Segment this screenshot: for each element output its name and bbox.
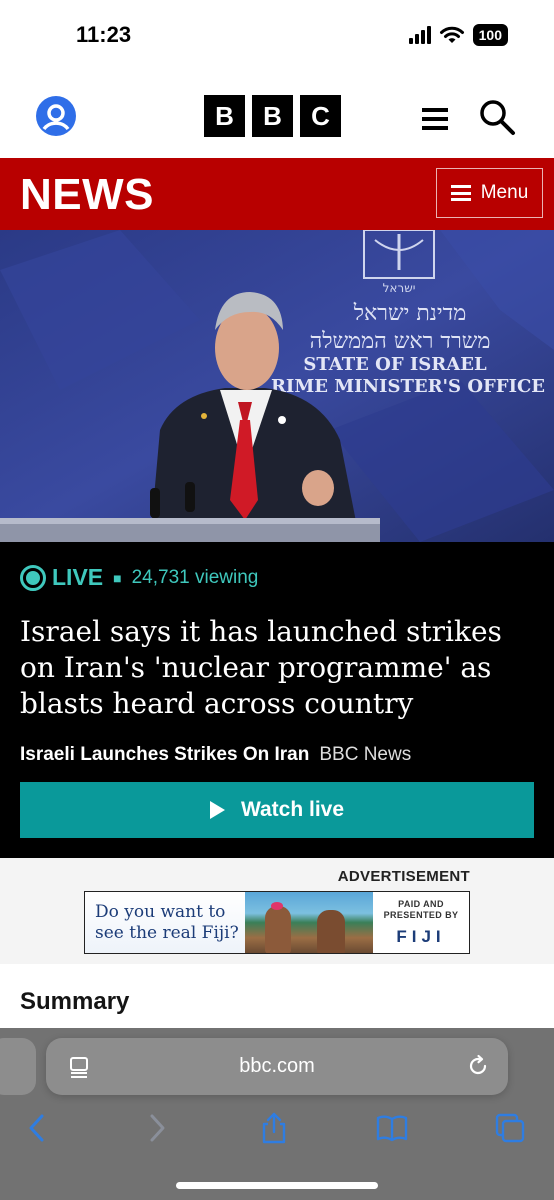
topic-tag[interactable]: Israeli Launches Strikes On Iran bbox=[20, 744, 309, 766]
search-icon[interactable] bbox=[478, 98, 516, 136]
back-icon[interactable] bbox=[22, 1112, 54, 1144]
watch-live-button[interactable]: Watch live bbox=[20, 782, 534, 838]
live-separator: ■ bbox=[113, 569, 122, 586]
source-tag: BBC News bbox=[319, 744, 412, 765]
watch-live-label: Watch live bbox=[240, 798, 345, 821]
battery-icon: 100 bbox=[472, 24, 508, 46]
news-title[interactable]: NEWS bbox=[20, 170, 154, 220]
status-icons: 100 bbox=[408, 24, 508, 46]
home-indicator bbox=[176, 1182, 378, 1189]
live-label: LIVE bbox=[52, 564, 104, 590]
menu-label: Menu bbox=[480, 182, 529, 203]
tabs-icon[interactable] bbox=[494, 1112, 526, 1144]
browser-bottom-bar: bbc.com bbox=[0, 1028, 554, 1200]
ad-brand-name: FIJI bbox=[396, 926, 446, 946]
ad-photo bbox=[245, 892, 373, 953]
bbc-logo[interactable]: B B C bbox=[204, 95, 341, 137]
bbc-header: B B C bbox=[0, 74, 554, 158]
url-text: bbc.com bbox=[239, 1055, 315, 1077]
sign-line2: RIME MINISTER'S OFFICE bbox=[271, 376, 545, 397]
sign-hebrew-line1: מדינת ישראל bbox=[353, 301, 467, 326]
ad-brand: PAID AND PRESENTED BY FIJI bbox=[373, 892, 469, 953]
page: 11:23 100 B B C NEWS Menu ישראל מדינת יש… bbox=[0, 0, 554, 1200]
sign-hebrew-line2: משרד ראש הממשלה bbox=[310, 329, 491, 354]
news-bar: NEWS Menu bbox=[0, 158, 554, 230]
viewing-count: 24,731 viewing bbox=[131, 566, 259, 588]
bbc-logo-letter: B bbox=[252, 95, 293, 137]
live-dot-icon bbox=[20, 564, 46, 591]
headline-link[interactable]: Israel says it has launched strikes on I… bbox=[20, 614, 540, 722]
live-section: LIVE ■ 24,731 viewing Israel says it has… bbox=[0, 542, 554, 858]
menu-icon bbox=[450, 185, 471, 201]
sign-line1: STATE OF ISRAEL bbox=[303, 354, 487, 375]
advertisement-banner[interactable]: Do you want to see the real Fiji? PAID A… bbox=[84, 891, 470, 954]
advertisement-label: ADVERTISEMENT bbox=[337, 868, 470, 885]
advertisement-section: ADVERTISEMENT Do you want to see the rea… bbox=[0, 858, 554, 964]
live-indicator: LIVE ■ 24,731 viewing bbox=[20, 564, 258, 591]
ad-paid-label: PAID AND PRESENTED BY bbox=[383, 898, 459, 920]
status-time: 11:23 bbox=[76, 22, 132, 47]
ad-text: Do you want to see the real Fiji? bbox=[85, 892, 245, 953]
hero-image[interactable]: ישראל מדינת ישראל משרד ראש הממשלה STATE … bbox=[0, 230, 554, 542]
address-bar[interactable]: bbc.com bbox=[46, 1038, 508, 1095]
summary-section: Summary bbox=[0, 964, 554, 1028]
share-icon[interactable] bbox=[258, 1112, 290, 1144]
bbc-logo-letter: B bbox=[204, 95, 245, 137]
wifi-icon bbox=[439, 26, 464, 43]
hamburger-icon[interactable] bbox=[422, 108, 448, 130]
hero-photo: ישראל מדינת ישראל משרד ראש הממשלה STATE … bbox=[0, 230, 554, 542]
story-tags: Israeli Launches Strikes On Iran BBC New… bbox=[20, 744, 411, 766]
reload-icon[interactable] bbox=[466, 1054, 490, 1078]
previous-tab-preview[interactable] bbox=[0, 1038, 36, 1095]
menu-button[interactable]: Menu bbox=[436, 168, 543, 218]
summary-title: Summary bbox=[20, 988, 130, 1015]
cellular-signal-icon bbox=[408, 26, 431, 44]
svg-text:ישראל: ישראל bbox=[383, 281, 416, 295]
play-icon bbox=[209, 801, 225, 819]
bbc-logo-letter: C bbox=[300, 95, 341, 137]
bookmarks-icon[interactable] bbox=[376, 1112, 408, 1144]
account-icon[interactable] bbox=[36, 96, 76, 136]
browser-toolbar bbox=[0, 1112, 554, 1148]
status-bar: 11:23 100 bbox=[0, 0, 554, 74]
forward-icon[interactable] bbox=[140, 1112, 172, 1144]
